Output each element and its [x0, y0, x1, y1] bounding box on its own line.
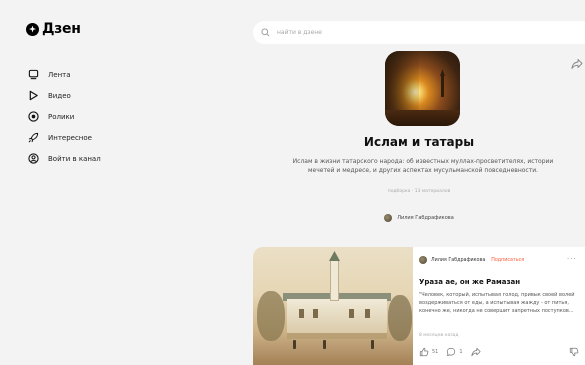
sidebar-item-feed[interactable]: Лента — [28, 64, 101, 85]
sidebar-item-label: Лента — [48, 70, 71, 79]
logo-text: Дзен — [42, 21, 81, 37]
feed-icon — [28, 69, 39, 80]
sidebar-item-shorts[interactable]: Ролики — [28, 106, 101, 127]
avatar — [419, 256, 427, 264]
play-icon — [28, 90, 39, 101]
sidebar-item-label: Видео — [48, 91, 71, 100]
author-name: Лилия Габдрафикова — [397, 215, 454, 221]
sidebar-item-label: Войти в канал — [48, 154, 101, 163]
dislike-icon — [569, 347, 579, 357]
sidebar-item-label: Интересное — [48, 133, 92, 142]
collection-meta: подборка · 13 материалов — [387, 189, 451, 194]
article-body: Лилия Габдрафикова Подписаться ··· Ураза… — [419, 247, 585, 365]
search-bar — [253, 21, 585, 44]
collection-description: Ислам в жизни татарского народа: об изве… — [292, 158, 554, 174]
article-image — [253, 247, 413, 365]
article-author-name[interactable]: Лилия Габдрафикова — [431, 258, 485, 263]
article-author: Лилия Габдрафикова Подписаться — [419, 256, 524, 264]
collection-title: Ислам и татары — [363, 135, 475, 149]
like-button[interactable]: 51 — [419, 347, 438, 357]
subscribe-button[interactable]: Подписаться — [491, 258, 524, 263]
avatar — [384, 214, 393, 222]
sidebar-item-video[interactable]: Видео — [28, 85, 101, 106]
sidebar-item-interesting[interactable]: Интересное — [28, 127, 101, 148]
dislike-button[interactable] — [569, 347, 579, 357]
more-icon[interactable]: ··· — [567, 255, 577, 263]
article-card[interactable]: Лилия Габдрафикова Подписаться ··· Ураза… — [253, 247, 585, 365]
rocket-icon — [28, 132, 39, 143]
sidebar-item-label: Ролики — [48, 112, 75, 121]
search-input[interactable] — [277, 29, 477, 36]
login-icon — [28, 153, 39, 164]
logo-icon — [26, 22, 39, 36]
article-snippet: "Человек, который, испытывая голод, прив… — [419, 292, 575, 314]
sidebar-nav: Лента Видео Ролики Интересное Войти в ка… — [28, 64, 101, 169]
like-count: 51 — [432, 349, 439, 355]
shorts-icon — [28, 111, 39, 122]
collection-header: Ислам и татары Ислам в жизни татарского … — [253, 44, 585, 240]
collection-author[interactable]: Лилия Габдрафикова — [253, 214, 585, 222]
article-time: 8 месяцев назад — [419, 333, 459, 338]
sidebar-item-login[interactable]: Войти в канал — [28, 148, 101, 169]
search-icon — [261, 28, 270, 37]
comment-icon — [447, 347, 456, 357]
comment-button[interactable]: 1 — [446, 347, 463, 357]
share-button[interactable] — [471, 347, 481, 357]
article-title[interactable]: Ураза ае, он же Рамазан — [419, 278, 520, 286]
collection-cover-image — [385, 51, 460, 126]
comment-count: 1 — [459, 349, 463, 355]
logo[interactable]: Дзен — [26, 21, 81, 37]
app-root: Дзен Лента Видео Ролики Интересное Войти… — [0, 0, 585, 365]
like-icon — [419, 347, 429, 357]
article-actions: 51 1 — [419, 347, 585, 357]
share-icon[interactable] — [571, 58, 583, 70]
share-icon — [471, 347, 481, 357]
